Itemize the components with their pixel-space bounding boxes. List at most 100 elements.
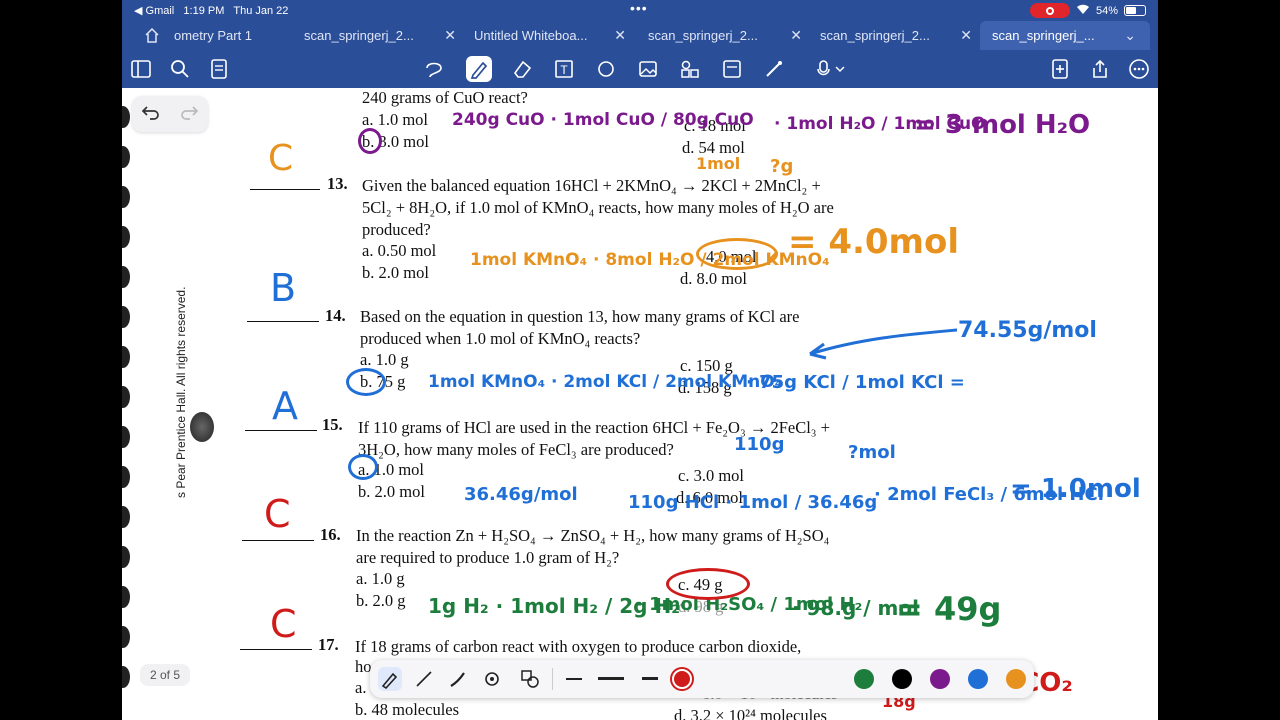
q16-answer-ink[interactable]: = 49g bbox=[896, 590, 1001, 628]
lasso-icon[interactable] bbox=[421, 56, 447, 82]
blue-color-swatch[interactable] bbox=[968, 669, 988, 689]
medium-stroke-option[interactable] bbox=[598, 677, 624, 680]
answer-blank bbox=[250, 189, 320, 190]
thin-stroke-option[interactable] bbox=[566, 678, 582, 680]
tab-label: scan_springerj_2... bbox=[304, 28, 414, 43]
undo-icon[interactable] bbox=[141, 104, 161, 125]
pen-tool-icon[interactable] bbox=[466, 56, 492, 82]
q13-answer-ink[interactable]: = 4.0mol bbox=[788, 222, 959, 262]
text-box-icon[interactable]: T bbox=[551, 56, 577, 82]
q15-calc-ink[interactable]: 110g HCl · 1mol / 36.46g bbox=[628, 492, 877, 513]
image-icon[interactable] bbox=[635, 56, 661, 82]
pen-toolbar bbox=[370, 660, 1034, 698]
recording-icon[interactable] bbox=[1029, 3, 1070, 18]
q16-circle-ink[interactable] bbox=[666, 568, 750, 600]
document-icon[interactable] bbox=[206, 56, 232, 82]
binder-hole bbox=[122, 306, 130, 328]
tab-whiteboard[interactable]: Untitled Whiteboa... ✕ bbox=[462, 21, 632, 50]
q13-choice-d: d. 8.0 mol bbox=[680, 269, 747, 288]
q16-letter-ink[interactable]: C bbox=[264, 492, 291, 536]
binder-hole bbox=[122, 346, 130, 368]
close-icon[interactable]: ✕ bbox=[614, 21, 626, 50]
q14-mass-ink[interactable]: 74.55g/mol bbox=[958, 318, 1097, 343]
tab-geometry[interactable]: ometry Part 1 bbox=[162, 21, 302, 50]
q14-circle-ink[interactable] bbox=[346, 368, 386, 396]
q15-answer-ink[interactable]: = 1.0mol bbox=[1010, 474, 1141, 504]
q15-number: 15. bbox=[322, 415, 343, 435]
red-color-swatch[interactable] bbox=[672, 669, 692, 689]
ball-pen-icon[interactable] bbox=[412, 667, 436, 691]
search-icon[interactable] bbox=[167, 56, 193, 82]
eraser-icon[interactable] bbox=[509, 56, 535, 82]
chevron-down-icon[interactable]: ⌄ bbox=[1124, 21, 1136, 50]
tool-settings-icon[interactable] bbox=[518, 667, 542, 691]
q12-calc-ink[interactable]: 240g CuO · 1mol CuO / 80g CuO bbox=[452, 110, 754, 130]
thick-stroke-option[interactable] bbox=[642, 677, 658, 680]
redo-icon[interactable] bbox=[179, 104, 199, 125]
orange-color-swatch[interactable] bbox=[1006, 669, 1026, 689]
share-icon[interactable] bbox=[1087, 56, 1113, 82]
q16-line2: are required to produce 1.0 gram of H₂? bbox=[356, 548, 620, 567]
battery-level bbox=[1126, 7, 1136, 14]
status-date: Thu Jan 22 bbox=[233, 5, 289, 17]
purple-color-swatch[interactable] bbox=[930, 669, 950, 689]
home-icon[interactable] bbox=[144, 27, 160, 48]
q15-mass-ink[interactable]: 36.46g/mol bbox=[464, 484, 578, 505]
close-icon[interactable]: ✕ bbox=[444, 21, 456, 50]
shapes-icon[interactable] bbox=[593, 56, 619, 82]
q15-circle-ink[interactable] bbox=[348, 454, 378, 480]
q12-circle-ink[interactable] bbox=[358, 128, 382, 154]
tab-scan-2[interactable]: scan_springerj_2... ✕ bbox=[636, 21, 808, 50]
page-indicator[interactable]: 2 of 5 bbox=[140, 664, 190, 686]
laser-pointer-icon[interactable] bbox=[761, 56, 787, 82]
green-color-swatch[interactable] bbox=[854, 669, 874, 689]
close-icon[interactable]: ✕ bbox=[960, 21, 972, 50]
more-options-icon[interactable] bbox=[1126, 56, 1152, 82]
binder-hole bbox=[122, 466, 130, 488]
q14-letter-ink[interactable]: B bbox=[270, 266, 296, 310]
sticky-note-icon[interactable] bbox=[719, 56, 745, 82]
tab-scan-1[interactable]: scan_springerj_2... ✕ bbox=[292, 21, 462, 50]
q15-note2-ink[interactable]: ?mol bbox=[848, 442, 896, 463]
binder-hole bbox=[122, 666, 130, 688]
q13-choice-a: a. 0.50 mol bbox=[362, 241, 437, 260]
elements-icon[interactable] bbox=[677, 56, 703, 82]
q17-choice-d: d. 3.2 × 10²⁴ molecules bbox=[674, 706, 827, 720]
q15-letter-ink[interactable]: A bbox=[272, 384, 298, 428]
tab-scan-active[interactable]: scan_springerj_... ⌄ bbox=[980, 21, 1150, 50]
sidebar-toggle-icon[interactable] bbox=[128, 56, 154, 82]
q13-number-text: 13. bbox=[327, 174, 348, 193]
q16-choice-a: a. 1.0 g bbox=[356, 569, 405, 588]
q13-note1-ink[interactable]: 1mol bbox=[696, 154, 740, 173]
status-right: 54% bbox=[1029, 3, 1146, 18]
q17-letter-ink[interactable]: C bbox=[270, 602, 297, 646]
binder-hole bbox=[122, 186, 130, 208]
brush-pen-icon[interactable] bbox=[446, 667, 470, 691]
q13-note2-ink[interactable]: ?g bbox=[770, 156, 793, 177]
tab-scan-3[interactable]: scan_springerj_2... ✕ bbox=[808, 21, 978, 50]
worksheet-page[interactable]: s Pear Prentice Hall. All rights reserve… bbox=[122, 88, 1158, 720]
multitasking-dots-icon[interactable]: ••• bbox=[630, 0, 648, 16]
shape-pen-icon[interactable] bbox=[480, 667, 504, 691]
q14-calc-ink[interactable]: 1mol KMnO₄ · 2mol KCl / 2mol KMnO₄ bbox=[428, 372, 782, 392]
toolbar-divider bbox=[552, 668, 553, 690]
black-color-swatch[interactable] bbox=[892, 669, 912, 689]
tab-bar: ometry Part 1 scan_springerj_2... ✕ Untit… bbox=[122, 21, 1158, 50]
binder-hole bbox=[122, 586, 130, 608]
answer-blank bbox=[242, 540, 314, 541]
close-icon[interactable]: ✕ bbox=[790, 21, 802, 50]
q16-line1: In the reaction Zn + H₂SO₄ → ZnSO₄ + H₂,… bbox=[356, 526, 830, 545]
q13-circle-ink[interactable] bbox=[696, 238, 778, 270]
q13-letter-ink[interactable]: C bbox=[268, 138, 293, 179]
q15-line2: 3H₂O, how many moles of FeCl₃ are produc… bbox=[358, 440, 674, 459]
q12-choice-a: a. 1.0 mol bbox=[362, 110, 428, 129]
fountain-pen-icon[interactable] bbox=[378, 667, 402, 691]
q14-calc2-ink[interactable]: · 75g KCl / 1mol KCl = bbox=[746, 372, 965, 393]
q12-answer-ink[interactable]: = 3 mol H₂O bbox=[914, 110, 1090, 140]
add-page-icon[interactable] bbox=[1047, 56, 1073, 82]
tab-label: scan_springerj_2... bbox=[820, 28, 930, 43]
audio-record-icon[interactable] bbox=[812, 56, 852, 82]
q14-arrow-ink[interactable] bbox=[802, 326, 962, 366]
back-to-app-link[interactable]: ◀ Gmail bbox=[134, 5, 174, 17]
q15-note-ink[interactable]: 110g bbox=[734, 434, 784, 455]
